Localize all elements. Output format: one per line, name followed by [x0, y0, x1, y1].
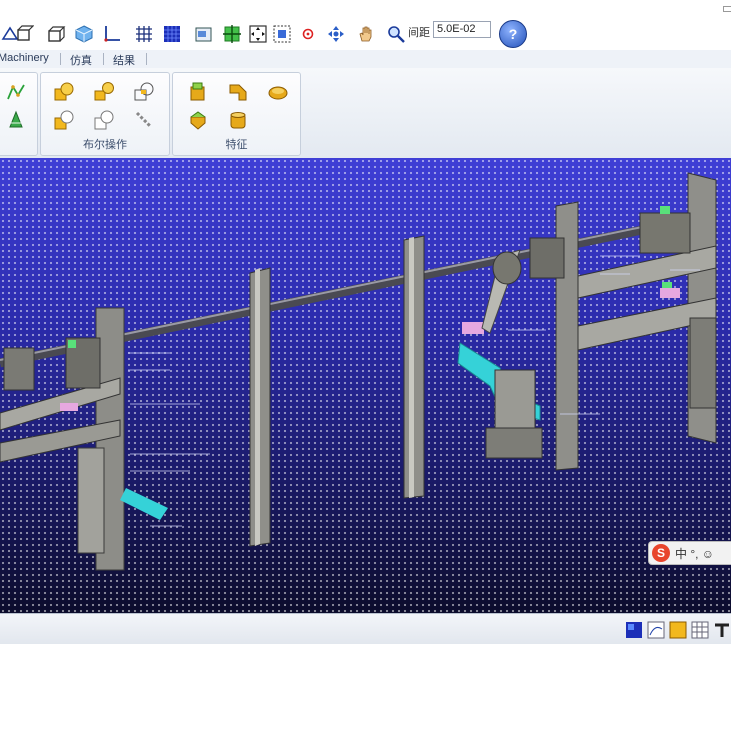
machinery-model [0, 172, 717, 571]
cylinder-icon[interactable] [227, 109, 249, 131]
tab-divider [60, 53, 61, 65]
boolean-group-label: 布尔操作 [83, 139, 127, 151]
table-icon[interactable] [691, 621, 709, 639]
ribbon-panel: 布尔操作 特征 [0, 68, 731, 158]
render-mode-icon[interactable] [162, 24, 182, 44]
sweep-icon[interactable] [227, 81, 249, 103]
pan-view-icon[interactable] [46, 24, 66, 44]
color-mode-icon[interactable] [625, 621, 643, 639]
spacing-input[interactable]: 5.0E-02 [433, 21, 491, 38]
boolean-chain-icon[interactable] [133, 109, 155, 131]
ribbon-tab-bar: Machinery 仿真 结果 [0, 50, 731, 69]
tab-divider [146, 53, 147, 65]
status-bar [0, 613, 731, 644]
zoom-fit-icon[interactable] [272, 24, 292, 44]
help-button[interactable]: ? [499, 20, 527, 48]
boolean-intersect-icon[interactable] [133, 81, 155, 103]
feature-group-label: 特征 [225, 139, 248, 151]
boolean-subtract-icon[interactable] [93, 81, 115, 103]
left-frame [0, 307, 168, 571]
ime-toolbar[interactable]: S 中 °, ☺ [648, 541, 731, 565]
polyline-icon[interactable] [5, 81, 27, 103]
snapshot-icon[interactable] [194, 24, 214, 44]
target-icon[interactable] [298, 24, 318, 44]
cyan-link-mechanism [457, 249, 543, 459]
tab-results[interactable]: 结果 [113, 52, 135, 68]
ribbon-group-boolean: 布尔操作 [40, 72, 170, 156]
fillet-icon[interactable] [267, 81, 289, 103]
revolve-icon[interactable] [187, 109, 209, 131]
yellow-material-icon[interactable] [669, 621, 687, 639]
hand-pan-icon[interactable] [356, 24, 376, 44]
sogou-logo: S [652, 544, 670, 562]
arrow-icon[interactable] [713, 621, 731, 639]
tab-machinery[interactable]: Machinery [0, 52, 49, 64]
boolean-section-icon[interactable] [93, 109, 115, 131]
zoom-icon[interactable] [386, 24, 406, 44]
grid-icon[interactable] [134, 24, 154, 44]
axis-icon[interactable] [102, 24, 122, 44]
spacing-label: 间距 [408, 27, 430, 39]
iso-view-icon[interactable] [74, 24, 94, 44]
select-box-icon[interactable] [248, 24, 268, 44]
rotate-icon[interactable] [326, 24, 346, 44]
ime-status-text: 中 °, ☺ [675, 546, 715, 561]
ribbon-group-sketch [0, 72, 38, 156]
loft-icon[interactable] [5, 109, 27, 131]
right-frame [529, 172, 717, 471]
tab-simulation[interactable]: 仿真 [70, 52, 92, 68]
tab-divider [103, 53, 104, 65]
boolean-union-icon[interactable] [53, 81, 75, 103]
boolean-split-icon[interactable] [53, 109, 75, 131]
extrude-icon[interactable] [187, 81, 209, 103]
curve-plot-icon[interactable] [647, 621, 665, 639]
main-toolbar [0, 16, 731, 50]
window-corner-mark [723, 6, 731, 12]
normal-view-icon[interactable] [222, 24, 242, 44]
ribbon-group-feature: 特征 [172, 72, 301, 156]
zoom-area-icon[interactable] [14, 24, 34, 44]
3d-viewport[interactable]: S 中 °, ☺ [0, 158, 731, 613]
